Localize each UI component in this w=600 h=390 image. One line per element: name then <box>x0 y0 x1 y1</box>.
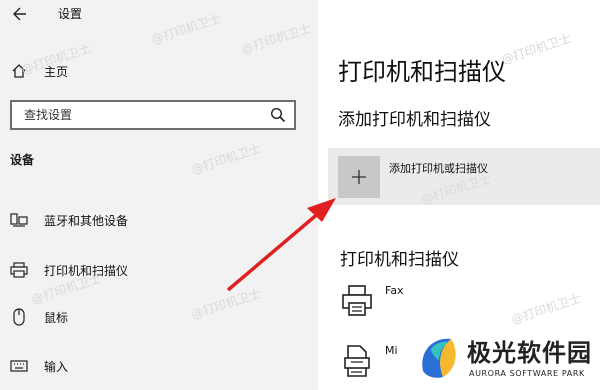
page-title: 打印机和扫描仪 <box>338 58 506 86</box>
document-printer-icon <box>344 345 370 377</box>
mouse-icon <box>10 308 28 326</box>
back-arrow-icon <box>13 7 26 21</box>
sidebar-item-printers[interactable]: 打印机和扫描仪 <box>0 255 318 285</box>
add-printer-button[interactable]: 添加打印机或扫描仪 <box>328 148 600 205</box>
sidebar-item-label: 蓝牙和其他设备 <box>44 213 129 228</box>
device-name: Mi <box>385 344 398 357</box>
sidebar-item-label: 主页 <box>44 64 69 79</box>
device-name: Fax <box>385 284 404 297</box>
sidebar-item-bluetooth[interactable]: 蓝牙和其他设备 <box>0 205 318 235</box>
section-title-devices: 设备 <box>10 153 35 167</box>
search-icon[interactable] <box>270 107 286 123</box>
sidebar-item-home[interactable]: 主页 <box>0 56 318 86</box>
home-icon <box>10 62 28 80</box>
back-button[interactable] <box>8 2 32 26</box>
sidebar-item-label: 鼠标 <box>44 310 69 325</box>
window-title: 设置 <box>58 7 83 21</box>
device-item-fax[interactable]: Fax <box>338 284 600 324</box>
sidebar-item-input[interactable]: 输入 <box>0 351 318 381</box>
printer-list-title: 打印机和扫描仪 <box>340 250 459 270</box>
search-input[interactable] <box>12 102 264 128</box>
add-tile <box>338 156 380 198</box>
add-section-title: 添加打印机和扫描仪 <box>338 110 491 130</box>
sidebar: 设置 主页 设备 蓝牙和其他设备 <box>0 0 318 390</box>
search-box <box>10 100 296 130</box>
printer-icon <box>10 261 28 279</box>
sidebar-item-label: 输入 <box>44 359 69 374</box>
brand-name: 极光软件园 <box>467 339 592 367</box>
aurora-logo-icon <box>417 333 457 381</box>
brand-logo: 极光软件园 AURORA SOFTWARE PARK <box>405 325 600 390</box>
plus-icon <box>352 170 366 184</box>
sidebar-item-label: 打印机和扫描仪 <box>44 263 129 278</box>
keyboard-icon <box>10 357 28 375</box>
add-printer-label: 添加打印机或扫描仪 <box>389 162 488 175</box>
brand-subtitle: AURORA SOFTWARE PARK <box>469 369 585 378</box>
fax-printer-icon <box>342 285 372 316</box>
title-bar: 设置 <box>0 0 318 28</box>
sidebar-item-mouse[interactable]: 鼠标 <box>0 302 318 332</box>
bluetooth-devices-icon <box>10 211 28 229</box>
